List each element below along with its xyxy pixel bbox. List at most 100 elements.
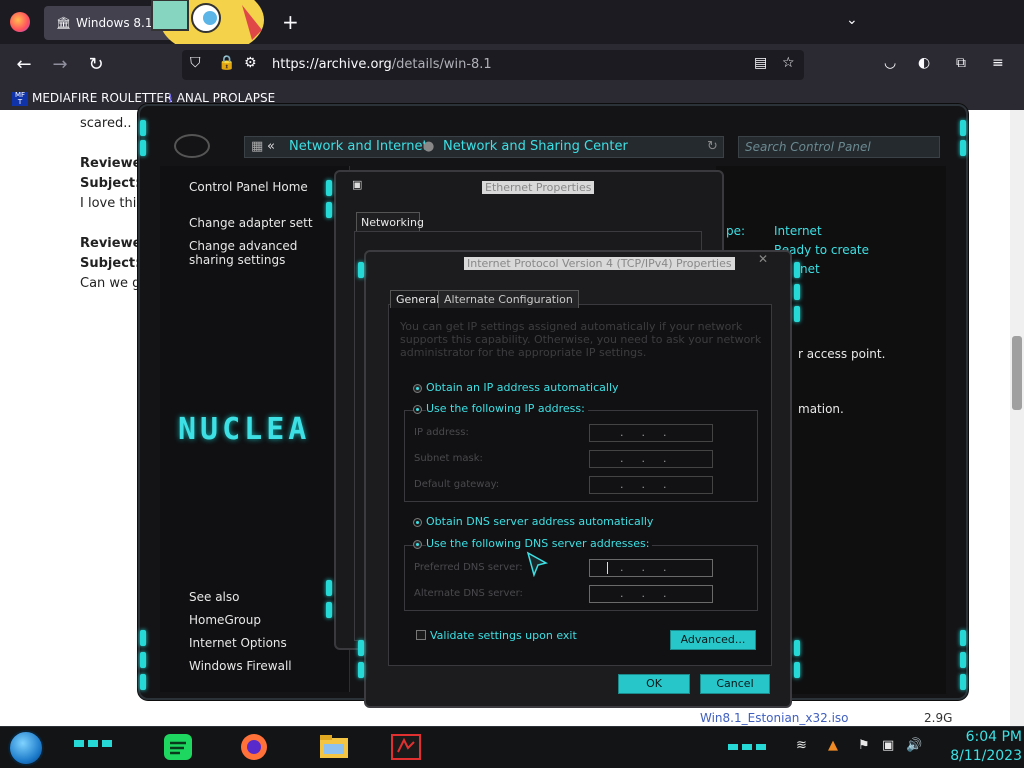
archive-favicon-icon: 🏛 — [56, 16, 72, 30]
tab-networking[interactable]: Networking — [356, 212, 424, 232]
close-icon[interactable]: ✕ — [758, 252, 768, 266]
account-icon[interactable]: ◐ — [918, 55, 930, 71]
sidebar-windows-firewall[interactable]: Windows Firewall — [189, 659, 292, 673]
frame-accent — [140, 630, 146, 646]
show-hidden-icons-icon[interactable]: ≋ — [796, 738, 807, 753]
frame-accent — [960, 120, 966, 136]
ethernet-dialog-title: Ethernet Properties — [482, 181, 595, 194]
start-orb-icon[interactable] — [8, 730, 44, 766]
network-icon[interactable]: ▣ — [882, 738, 894, 753]
radio-use-following-dns[interactable] — [413, 540, 422, 549]
subnet-mask-label: Subnet mask: — [414, 453, 483, 464]
default-gateway-field[interactable]: ... — [589, 476, 713, 494]
permissions-icon[interactable]: ⚙ — [244, 55, 257, 71]
ip-settings-description: You can get IP settings assigned automat… — [400, 320, 762, 359]
sidebar-change-advanced-sharing[interactable]: Change advanced sharing settings — [189, 239, 313, 271]
review-text: scared.. — [80, 116, 132, 131]
sidebar-internet-options[interactable]: Internet Options — [189, 636, 287, 650]
access-type-label: pe: — [726, 224, 746, 238]
frame-accent — [794, 662, 800, 678]
mouse-pointer-icon — [526, 551, 548, 577]
frame-accent — [358, 662, 364, 678]
download-filename[interactable]: Win8.1_Estonian_x32.iso — [700, 711, 849, 725]
frame-accent — [794, 262, 800, 278]
cancel-button[interactable]: Cancel — [700, 674, 770, 694]
taskbar — [0, 726, 1024, 768]
breadcrumb-network-and-internet[interactable]: Network and Internet — [289, 139, 428, 154]
alternate-dns-label: Alternate DNS server: — [414, 588, 523, 599]
sidebar-control-panel-home[interactable]: Control Panel Home — [189, 180, 308, 194]
url-text[interactable]: https://archive.org/details/win-8.1 — [272, 57, 492, 72]
nuclear-theme-icon[interactable] — [390, 732, 422, 762]
ok-button[interactable]: OK — [618, 674, 690, 694]
url-host: https://archive.org — [272, 57, 392, 72]
pocket-icon[interactable]: ◡ — [884, 55, 896, 71]
bookmark-arrow-icon: ⟩ — [168, 91, 173, 105]
frame-accent — [358, 640, 364, 656]
frame-accent — [326, 180, 332, 196]
obtain-ip-auto-label[interactable]: Obtain an IP address automatically — [426, 381, 619, 394]
network-adapter-icon: ▣ — [352, 178, 363, 191]
bookmark-label: ANAL PROLAPSE — [176, 91, 276, 105]
scrollbar-thumb[interactable] — [1012, 336, 1022, 410]
breadcrumb-back[interactable]: « — [267, 139, 275, 154]
list-all-tabs-chevron-icon[interactable]: ⌄ — [846, 12, 858, 28]
taskbar-clock[interactable]: 6:04 PM 8/11/2023 — [932, 728, 1022, 766]
radio-obtain-ip-auto[interactable] — [413, 384, 422, 393]
flag-icon[interactable]: ⚑ — [858, 738, 870, 753]
refresh-icon[interactable]: ↻ — [707, 139, 718, 154]
tab-title: Windows 8.1 — [76, 16, 153, 30]
use-following-ip-label[interactable]: Use the following IP address: — [426, 402, 588, 415]
subnet-mask-field[interactable]: ... — [589, 450, 713, 468]
forward-arrow-icon[interactable]: → — [48, 54, 72, 76]
breadcrumb-network-sharing-center[interactable]: Network and Sharing Center — [443, 139, 628, 154]
new-tab-button[interactable]: + — [282, 10, 299, 34]
reader-view-icon[interactable]: ▤ — [754, 55, 767, 71]
download-row[interactable]: Win8.1_Estonian_x32.iso 2.9G — [690, 708, 1010, 726]
clock-date: 8/11/2023 — [950, 748, 1022, 764]
frame-accent — [960, 140, 966, 156]
lock-icon[interactable]: 🔒 — [218, 55, 235, 71]
firefox-icon[interactable] — [238, 732, 270, 762]
alternate-dns-field[interactable]: ... — [589, 585, 713, 603]
nav-orb-icon[interactable] — [174, 134, 210, 158]
text-cursor — [607, 562, 608, 574]
obtain-dns-auto-label[interactable]: Obtain DNS server address automatically — [426, 515, 653, 528]
frame-accent — [794, 640, 800, 656]
frame-accent — [140, 674, 146, 690]
speaker-icon[interactable]: 🔊 — [906, 738, 922, 753]
frame-accent — [140, 652, 146, 668]
advanced-button[interactable]: Advanced... — [670, 630, 756, 650]
radio-use-following-ip[interactable] — [413, 405, 422, 414]
bookmark-label: MEDIAFIRE ROULETTER — [32, 91, 173, 105]
bookmark-star-icon[interactable]: ☆ — [782, 55, 795, 71]
mediafire-icon: MF T — [12, 91, 28, 106]
extensions-icon[interactable]: ⧉ — [956, 55, 966, 71]
file-explorer-icon[interactable] — [318, 732, 350, 762]
sidebar-change-adapter-settings[interactable]: Change adapter settings — [189, 216, 313, 230]
reload-icon[interactable]: ↻ — [84, 54, 108, 76]
shield-icon[interactable]: ⛉ — [190, 55, 201, 71]
tab-alternate-configuration[interactable]: Alternate Configuration — [438, 290, 579, 308]
control-panel-search-input[interactable]: Search Control Panel — [738, 136, 940, 158]
default-gateway-label: Default gateway: — [414, 479, 500, 490]
frame-accent — [140, 140, 146, 156]
validate-settings-checkbox[interactable] — [416, 630, 426, 640]
access-type-value: Internet — [774, 224, 822, 238]
back-arrow-icon[interactable]: ← — [12, 54, 36, 76]
validate-settings-label[interactable]: Validate settings upon exit — [430, 629, 577, 642]
page-scrollbar[interactable] — [1010, 110, 1024, 726]
spotify-icon[interactable] — [162, 732, 194, 762]
sidebar-homegroup[interactable]: HomeGroup — [189, 613, 261, 627]
bookmark-second[interactable]: ⟩ ANAL PROLAPSE — [168, 91, 275, 105]
radio-obtain-dns-auto[interactable] — [413, 518, 422, 527]
connection-link[interactable]: net — [800, 262, 820, 276]
frame-accent — [326, 202, 332, 218]
firefox-logo-icon[interactable] — [10, 12, 30, 32]
use-following-dns-label[interactable]: Use the following DNS server addresses: — [426, 537, 653, 550]
app-tray-icon[interactable]: ▲ — [828, 738, 838, 753]
frame-accent — [794, 284, 800, 300]
ip-address-field[interactable]: ... — [589, 424, 713, 442]
control-panel-address-bar[interactable]: ▦ « Network and Internet ● Network and S… — [244, 136, 724, 158]
menu-hamburger-icon[interactable]: ≡ — [992, 55, 1004, 71]
